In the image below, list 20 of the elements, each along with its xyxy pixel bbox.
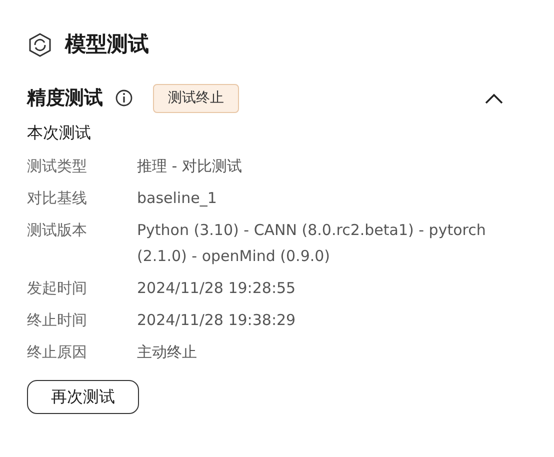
field-value: Python (3.10) - CANN (8.0.rc2.beta1) - pytorch (2.1.0) - openMind (0.9.0)	[137, 220, 487, 267]
field-label: 对比基线	[27, 188, 88, 209]
field-label: 发起时间	[27, 278, 88, 299]
field-label: 终止原因	[27, 342, 88, 363]
field-value: 推理 - 对比测试	[137, 156, 242, 177]
field-value: baseline_1	[137, 188, 217, 209]
field-value: 2024/11/28 19:38:29	[137, 310, 296, 331]
hexagon-refresh-icon	[27, 32, 53, 58]
page-title: 模型测试	[65, 31, 149, 58]
field-value: 主动终止	[137, 342, 197, 363]
status-badge: 测试终止	[153, 84, 239, 112]
field-label: 测试版本	[27, 220, 88, 241]
field-label: 终止时间	[27, 310, 88, 331]
field-label: 测试类型	[27, 156, 88, 177]
section-title: 精度测试	[27, 86, 103, 111]
retest-button[interactable]: 再次测试	[27, 380, 139, 414]
chevron-icon	[485, 92, 503, 104]
subsection-title: 本次测试	[27, 122, 91, 144]
field-value: 2024/11/28 19:28:55	[137, 278, 296, 299]
info-icon[interactable]	[115, 89, 133, 107]
